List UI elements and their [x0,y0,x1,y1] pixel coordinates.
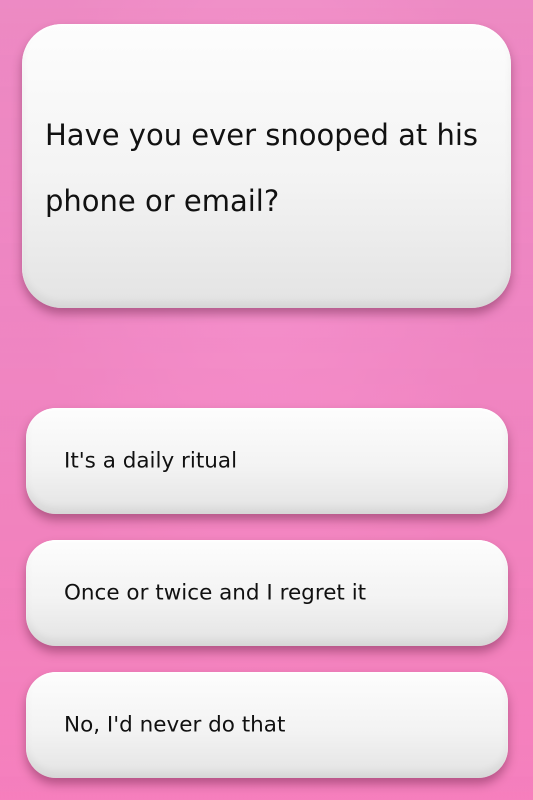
answer-button-1[interactable]: It's a daily ritual [26,408,508,514]
answer-label: It's a daily ritual [64,448,238,474]
answer-button-3[interactable]: No, I'd never do that [26,672,508,778]
answer-button-2[interactable]: Once or twice and I regret it [26,540,508,646]
question-card: Have you ever snooped at his phone or em… [22,24,511,308]
answer-label: No, I'd never do that [64,712,286,738]
question-text: Have you ever snooped at his phone or em… [45,118,479,218]
answer-label: Once or twice and I regret it [64,580,367,606]
